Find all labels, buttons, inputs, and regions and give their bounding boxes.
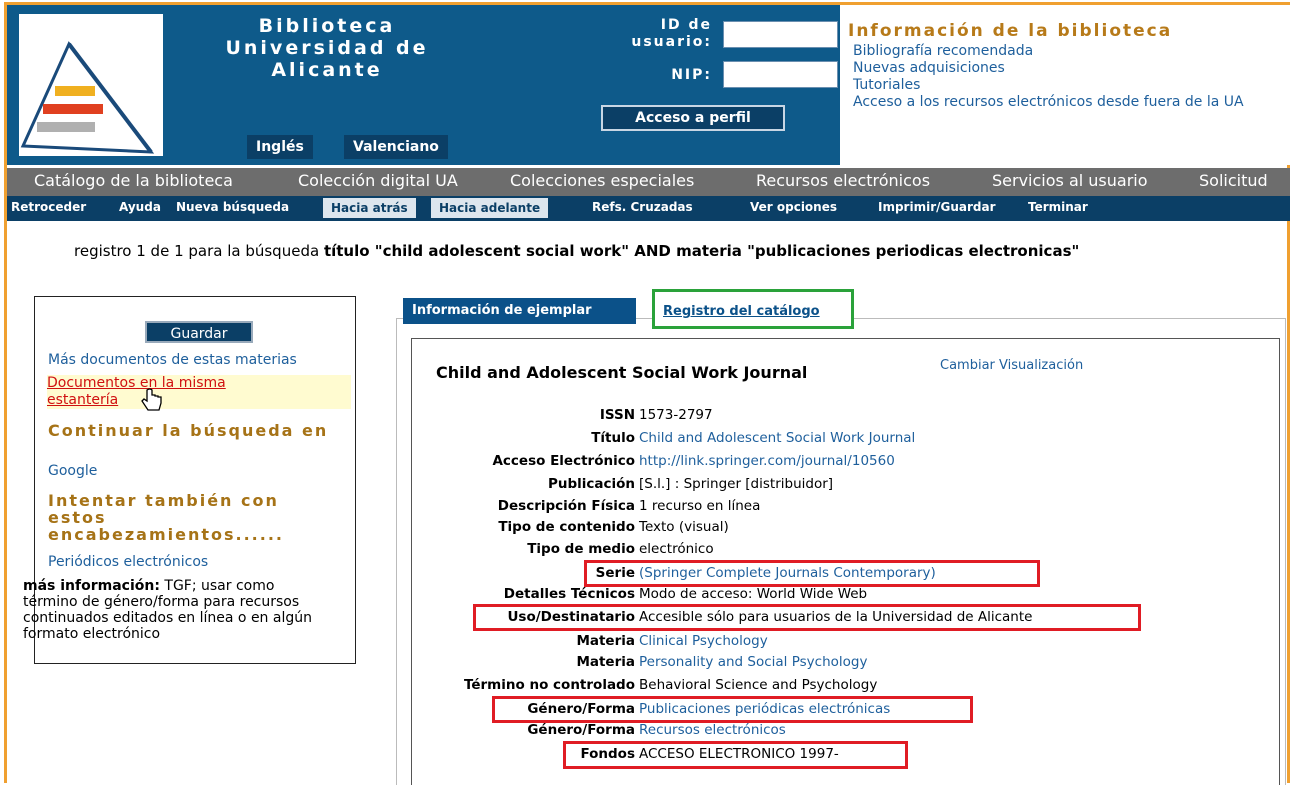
tab-registro-catalogo[interactable]: Registro del catálogo (652, 289, 854, 329)
nav-catalogo[interactable]: Catálogo de la biblioteca (34, 171, 233, 190)
field-label: Término no controlado (463, 677, 635, 693)
nav-solicitud[interactable]: Solicitud (1199, 171, 1268, 190)
field-label: Materia (576, 654, 635, 670)
field-value: Texto (visual) (639, 519, 729, 535)
back-link[interactable]: Retroceder (11, 200, 86, 214)
record-field-row: Materia Personality and Social Psychology (420, 654, 1280, 674)
field-label: Detalles Técnicos (503, 586, 635, 602)
tools-nav: Retroceder Ayuda Nueva búsqueda Hacia at… (7, 196, 1290, 221)
field-label: Publicación (547, 476, 635, 492)
library-brand: Biblioteca Universidad de Alicante (225, 15, 429, 81)
tab-informacion-ejemplar[interactable]: Información de ejemplar (403, 298, 636, 324)
periodicos-link[interactable]: Periódicos electrónicos (48, 554, 208, 570)
shelf-docs-link[interactable]: Documentos en la misma estantería (47, 375, 287, 409)
record-field-row: Tipo de contenido Texto (visual) (420, 519, 1280, 539)
field-value: Behavioral Science and Psychology (639, 677, 878, 693)
valencian-button[interactable]: Valenciano (344, 135, 448, 159)
field-label: Descripción Física (497, 498, 635, 514)
library-info-title: Información de la biblioteca (848, 21, 1173, 41)
field-value-link[interactable]: Recursos electrónicos (639, 722, 786, 738)
record-field-row: ISSN 1573-2797 (420, 407, 1280, 427)
field-value: 1573-2797 (639, 407, 713, 423)
record-title: Child and Adolescent Social Work Journal (436, 363, 808, 382)
record-field-row: Materia Clinical Psychology (420, 633, 1280, 653)
print-save-link[interactable]: Imprimir/Guardar (878, 200, 996, 214)
nav-servicios-usuario[interactable]: Servicios al usuario (992, 171, 1148, 190)
highlight-fondos (563, 741, 908, 769)
change-view-link[interactable]: Cambiar Visualización (940, 358, 1083, 373)
nav-recursos-electronicos[interactable]: Recursos electrónicos (756, 171, 930, 190)
continue-search-heading: Continuar la búsqueda en (48, 421, 329, 440)
record-field-row: Tipo de medio electrónico (420, 541, 1280, 561)
recommended-bibliography-link[interactable]: Bibliografía recomendada (853, 43, 1283, 60)
nav-coleccion-digital[interactable]: Colección digital UA (298, 171, 458, 190)
nav-colecciones-especiales[interactable]: Colecciones especiales (510, 171, 694, 190)
pin-input[interactable] (723, 61, 838, 88)
main-nav: Catálogo de la biblioteca Colección digi… (7, 168, 1290, 196)
search-summary: registro 1 de 1 para la búsqueda título … (74, 242, 1080, 260)
library-info-links: Bibliografía recomendada Nuevas adquisic… (853, 43, 1283, 111)
record-field-row: Título Child and Adolescent Social Work J… (420, 430, 1280, 450)
help-link[interactable]: Ayuda (119, 200, 161, 214)
previous-button[interactable]: Hacia atrás (323, 198, 416, 218)
field-value-link[interactable]: http://link.springer.com/journal/10560 (639, 453, 895, 469)
field-value: [S.l.] : Springer [distribuidor] (639, 476, 834, 492)
hand-pointer-icon (141, 388, 162, 411)
record-field-row: Descripción Física 1 recurso en línea (420, 498, 1280, 518)
new-search-link[interactable]: Nueva búsqueda (176, 200, 289, 214)
library-info-panel: Información de la biblioteca Bibliografí… (840, 5, 1290, 165)
record-field-row: Género/Forma Recursos electrónicos (420, 722, 1280, 742)
field-label: Tipo de contenido (498, 519, 635, 535)
field-label: Título (591, 430, 635, 446)
view-options-link[interactable]: Ver opciones (750, 200, 837, 214)
try-headings-heading: Intentar también con estos encabezamient… (48, 491, 284, 544)
record-field-row: Detalles Técnicos Modo de acceso: World W… (420, 586, 1280, 606)
field-label: ISSN (599, 407, 635, 423)
new-acquisitions-link[interactable]: Nuevas adquisiciones (853, 60, 1283, 77)
field-label: Materia (576, 633, 635, 649)
field-value: 1 recurso en línea (639, 498, 761, 514)
record-field-row: Término no controlado Behavioral Science … (420, 677, 1280, 697)
user-id-input[interactable] (723, 21, 838, 48)
more-info-note: más información: TGF; usar como término … (23, 578, 312, 642)
next-button[interactable]: Hacia adelante (431, 198, 549, 218)
field-value: electrónico (639, 541, 714, 557)
user-id-label: ID de usuario: (631, 17, 712, 50)
remote-access-link[interactable]: Acceso a los recursos electrónicos desde… (853, 94, 1283, 111)
highlight-serie (584, 560, 1040, 587)
field-value: Modo de acceso: World Wide Web (639, 586, 868, 602)
more-docs-link[interactable]: Más documentos de estas materias (48, 352, 297, 368)
highlight-genero (492, 696, 973, 723)
english-button[interactable]: Inglés (247, 135, 313, 159)
google-link[interactable]: Google (48, 463, 97, 479)
field-value-link[interactable]: Personality and Social Psychology (639, 654, 867, 670)
field-label: Acceso Electrónico (492, 453, 635, 469)
highlight-uso (473, 604, 1141, 631)
tab-registro-label: Registro del catálogo (663, 304, 820, 319)
field-label: Tipo de medio (527, 541, 635, 557)
field-value-link[interactable]: Child and Adolescent Social Work Journal (639, 430, 915, 446)
profile-access-button[interactable]: Acceso a perfil (601, 105, 785, 131)
tutorials-link[interactable]: Tutoriales (853, 77, 1283, 94)
field-label: Género/Forma (527, 722, 635, 738)
university-logo[interactable] (19, 14, 163, 156)
cross-references-link[interactable]: Refs. Cruzadas (592, 200, 693, 214)
pin-label: NIP: (671, 67, 712, 83)
field-value-link[interactable]: Clinical Psychology (639, 633, 768, 649)
exit-link[interactable]: Terminar (1028, 200, 1088, 214)
save-button[interactable]: Guardar (145, 321, 253, 343)
record-field-row: Acceso Electrónico http://link.springer.c… (420, 453, 1280, 473)
shelf-docs-highlight: Documentos en la misma estantería (47, 375, 351, 409)
record-field-row: Publicación [S.l.] : Springer [distribuid… (420, 476, 1280, 496)
